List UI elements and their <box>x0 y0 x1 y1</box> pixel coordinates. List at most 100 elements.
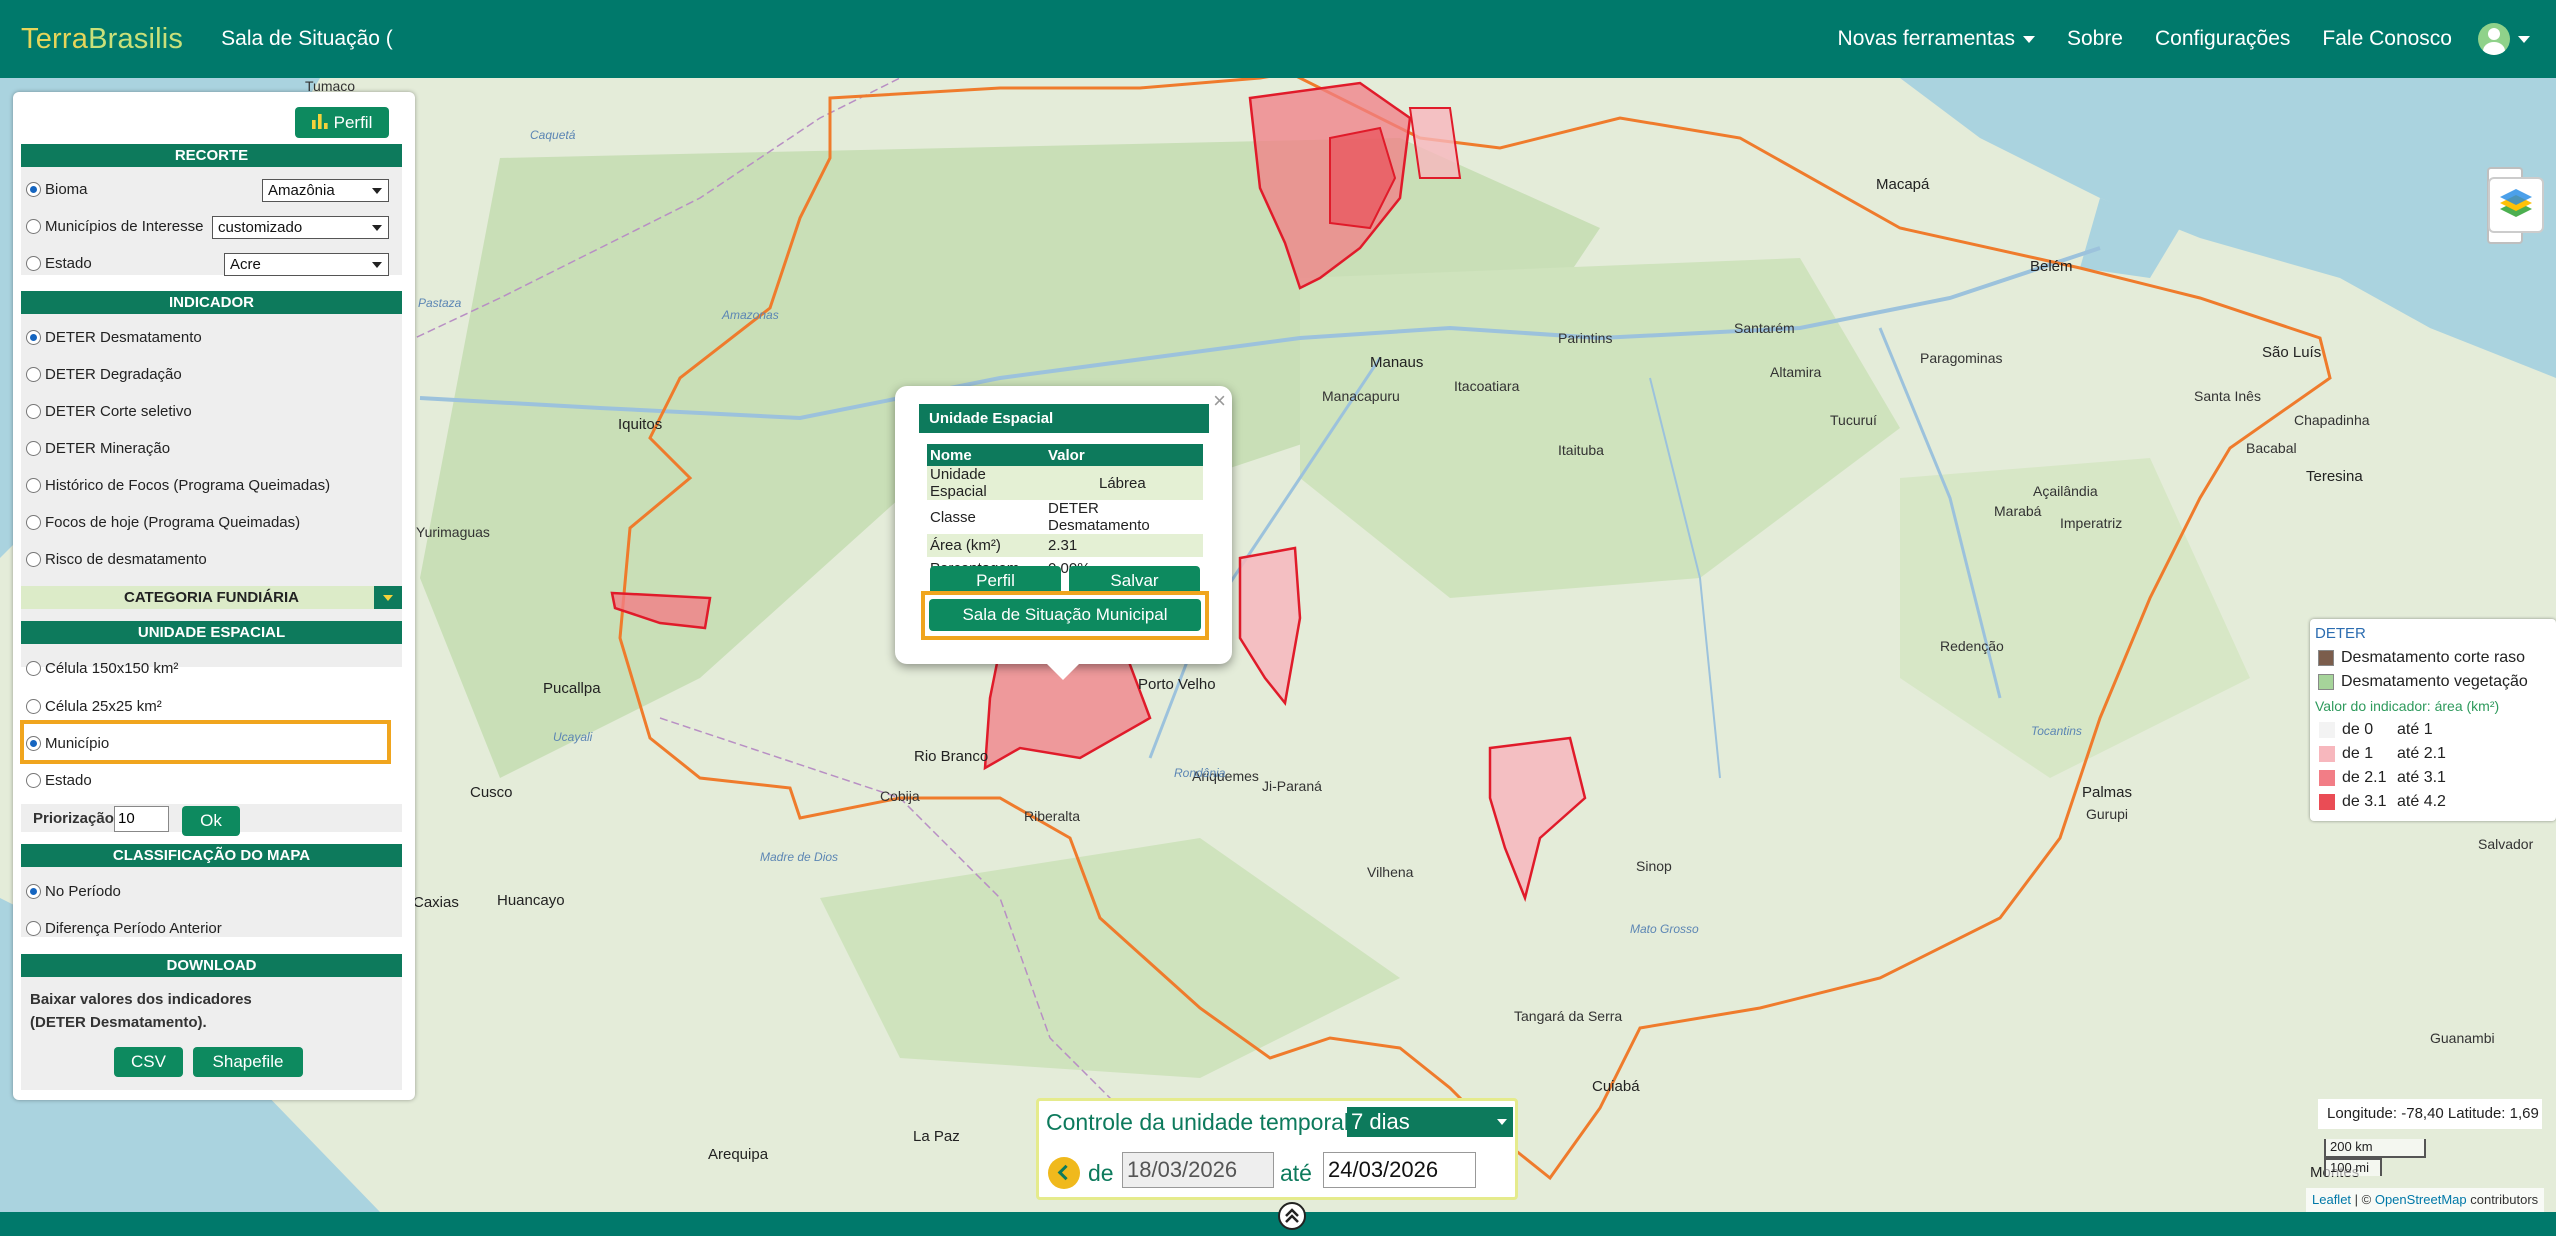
popup-title: Unidade Espacial <box>919 404 1209 433</box>
radio-deter-degradacao[interactable]: DETER Degradação <box>26 366 182 383</box>
leaflet-link[interactable]: Leaflet <box>2312 1192 2351 1207</box>
period-select[interactable]: 7 dias <box>1347 1107 1513 1137</box>
radio-risco-desmatamento[interactable]: Risco de desmatamento <box>26 551 207 568</box>
legend-subtitle: Valor do indicador: área (km²) <box>2315 698 2500 714</box>
time-control-label: Controle da unidade temporal <box>1046 1109 1350 1135</box>
download-text-2: (DETER Desmatamento). <box>30 1014 207 1031</box>
radio-historico-focos[interactable]: Histórico de Focos (Programa Queimadas) <box>26 477 330 494</box>
radio-dot <box>26 367 41 382</box>
priorizacao-input[interactable]: 10 <box>114 806 169 832</box>
map-label: Manacapuru <box>1322 388 1400 404</box>
legend-item: Desmatamento vegetação <box>2318 673 2528 691</box>
user-avatar-icon[interactable] <box>2478 23 2510 55</box>
sala-situacao-municipal-button[interactable]: Sala de Situação Municipal <box>929 599 1201 631</box>
radio-label: Focos de hoje (Programa Queimadas) <box>45 514 301 531</box>
radio-diferenca-periodo[interactable]: Diferença Período Anterior <box>26 920 222 937</box>
municipios-select[interactable]: customizado <box>212 216 389 239</box>
to-date-input[interactable]: 24/03/2026 <box>1323 1152 1476 1188</box>
nav-sobre[interactable]: Sobre <box>2067 27 2123 51</box>
map-label: São Luís <box>2262 344 2322 361</box>
categoria-label: CATEGORIA FUNDIÁRIA <box>124 589 299 606</box>
municipality-shape-7 <box>1488 736 1587 903</box>
legend-swatch <box>2319 746 2335 762</box>
radio-celula-150[interactable]: Célula 150x150 km² <box>26 660 178 677</box>
forest-area-2 <box>1300 258 1900 598</box>
attribution-sep: | © <box>2351 1192 2375 1207</box>
previous-period-button[interactable] <box>1048 1157 1080 1189</box>
nav-novas-ferramentas[interactable]: Novas ferramentas <box>1838 27 2035 51</box>
map-label: Itaituba <box>1558 442 1604 458</box>
map-label: Imperatriz <box>2060 515 2123 531</box>
map-label: Ji-Paraná <box>1262 778 1322 794</box>
radio-label: Estado <box>45 255 92 272</box>
map-label: Vilhena <box>1367 864 1414 880</box>
map-label: Parintins <box>1558 330 1613 346</box>
map-label: Cobija <box>880 788 920 804</box>
map-label: Cusco <box>470 784 513 801</box>
priorizacao-ok-button[interactable]: Ok <box>182 806 240 836</box>
map-label: Palmas <box>2082 784 2133 801</box>
radio-municipio[interactable]: Município <box>26 735 109 752</box>
shapefile-button[interactable]: Shapefile <box>193 1047 303 1077</box>
section-header-classificacao: CLASSIFICAÇÃO DO MAPA <box>21 844 402 867</box>
map-label: Chapadinha <box>2294 412 2370 428</box>
brand-part1: Terra <box>21 22 89 55</box>
osm-link[interactable]: OpenStreetMap <box>2375 1192 2467 1207</box>
radio-estado-unidade[interactable]: Estado <box>26 772 92 789</box>
municipality-shape-3 <box>1408 107 1462 179</box>
perfil-button[interactable]: Perfil <box>295 107 389 138</box>
layers-button[interactable] <box>2488 177 2544 233</box>
radio-no-periodo[interactable]: No Período <box>26 883 121 900</box>
section-header-recorte: RECORTE <box>21 144 402 167</box>
radio-label: Bioma <box>45 181 88 198</box>
legend-range: de 3.1 até 4.2 <box>2319 793 2446 811</box>
radio-estado-recorte[interactable]: Estado <box>26 255 92 272</box>
radio-dot <box>26 256 41 271</box>
scale-km: 200 km <box>2324 1139 2426 1158</box>
map-label: Tangará da Serra <box>1514 1008 1623 1024</box>
chevron-down-icon <box>374 586 402 609</box>
categoria-fundiaria-toggle[interactable]: CATEGORIA FUNDIÁRIA <box>21 586 402 609</box>
radio-bioma[interactable]: Bioma <box>26 181 88 198</box>
row-name: Área (km²) <box>927 534 1045 557</box>
radio-deter-corte-seletivo[interactable]: DETER Corte seletivo <box>26 403 192 420</box>
popup-close-button[interactable]: × <box>1213 388 1226 414</box>
estado-select[interactable]: Acre <box>224 253 389 276</box>
csv-button[interactable]: CSV <box>114 1047 183 1077</box>
from-date-input[interactable]: 18/03/2026 <box>1122 1152 1274 1188</box>
nav-configuracoes[interactable]: Configurações <box>2155 27 2290 51</box>
map-label: La Paz <box>913 1128 960 1145</box>
map-label: Riberalta <box>1024 808 1081 824</box>
map-legend: DETER Desmatamento corte raso Desmatamen… <box>2310 619 2556 821</box>
map-label: Pucallpa <box>543 680 601 697</box>
user-menu-chevron-icon[interactable] <box>2518 35 2530 43</box>
legend-range-to: até 3.1 <box>2397 769 2446 786</box>
legend-range-to: até 2.1 <box>2397 745 2446 762</box>
map-label: Bacabal <box>2246 440 2297 456</box>
map-label: Caxias <box>413 894 459 911</box>
radio-focos-hoje[interactable]: Focos de hoje (Programa Queimadas) <box>26 514 300 531</box>
radio-dot <box>26 552 41 567</box>
legend-range: de 1 até 2.1 <box>2319 745 2446 763</box>
coordinates-readout: Longitude: -78,40 Latitude: 1,69 <box>2318 1099 2542 1129</box>
map-label: Mato Grosso <box>1630 922 1699 936</box>
section-header-download: DOWNLOAD <box>21 954 402 977</box>
radio-dot <box>26 921 41 936</box>
map-label: Salvador <box>2478 836 2534 852</box>
radio-label: DETER Corte seletivo <box>45 403 192 420</box>
ate-label: até <box>1280 1160 1312 1186</box>
radio-celula-25[interactable]: Célula 25x25 km² <box>26 698 162 715</box>
map-label: Cuiabá <box>1592 1078 1640 1095</box>
radio-deter-mineracao[interactable]: DETER Mineração <box>26 440 170 457</box>
table-row: Unidade Espacial Lábrea <box>927 466 1203 500</box>
brand-logo[interactable]: TerraBrasilis <box>21 23 183 56</box>
period-select-chevron-icon <box>1497 1119 1507 1125</box>
bioma-select[interactable]: Amazônia <box>262 179 389 202</box>
nav-fale-conosco[interactable]: Fale Conosco <box>2322 27 2452 51</box>
map-label: Arequipa <box>708 1146 769 1163</box>
legend-swatch <box>2319 770 2335 786</box>
scale-bar: 200 km 100 mi <box>2324 1139 2426 1176</box>
radio-municipios-interesse[interactable]: Municípios de Interesse <box>26 218 203 235</box>
expand-footer-button[interactable] <box>1278 1202 1306 1230</box>
radio-deter-desmatamento[interactable]: DETER Desmatamento <box>26 329 202 346</box>
